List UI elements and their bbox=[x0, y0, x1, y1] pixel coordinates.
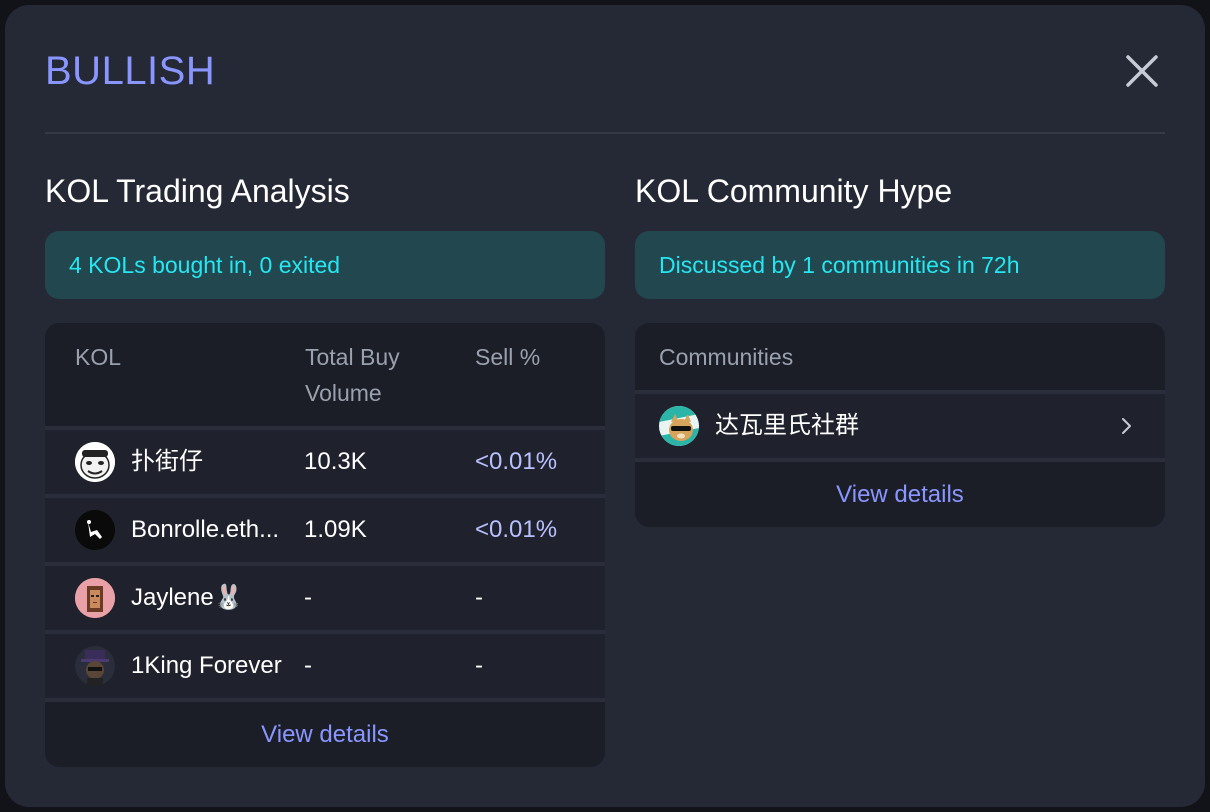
close-button[interactable] bbox=[1120, 49, 1164, 93]
pixel-punk-avatar bbox=[75, 578, 115, 618]
community-name: 达瓦里氏社群 bbox=[715, 412, 859, 439]
table-row[interactable]: Jaylene🐰 - - bbox=[45, 566, 605, 630]
kol-volume: - bbox=[304, 584, 312, 611]
kol-column-header: KOL bbox=[75, 344, 122, 370]
shaka-hand-avatar bbox=[75, 510, 115, 550]
kol-trading-title: KOL Trading Analysis bbox=[45, 173, 350, 209]
communities-table: Communities 达瓦里氏社群 View details bbox=[635, 323, 1165, 527]
bullish-modal: BULLISH KOL Trading Analysis 4 KOLs boug… bbox=[5, 5, 1205, 807]
meme-face-avatar bbox=[75, 442, 115, 482]
header-divider bbox=[45, 132, 1165, 134]
table-row[interactable]: 1King Forever - - bbox=[45, 634, 605, 698]
kol-name: 扑街仔 bbox=[131, 448, 203, 475]
kol-volume: 1.09K bbox=[304, 516, 367, 543]
community-hype-title: KOL Community Hype bbox=[635, 173, 953, 209]
chevron-right-icon[interactable] bbox=[1121, 416, 1133, 441]
kol-volume: 10.3K bbox=[304, 448, 367, 475]
close-icon[interactable] bbox=[1120, 49, 1164, 93]
kol-table: KOL Total Buy Volume Sell % 扑街仔 10.3K <0… bbox=[45, 323, 605, 767]
table-row[interactable]: Bonrolle.eth... 1.09K <0.01% bbox=[45, 498, 605, 562]
doge-sunglasses-avatar bbox=[659, 406, 699, 446]
kol-name: Bonrolle.eth... bbox=[131, 516, 280, 543]
kol-volume: - bbox=[304, 652, 312, 679]
community-hype-summary: Discussed by 1 communities in 72h bbox=[635, 231, 1165, 299]
dark-character-avatar bbox=[75, 646, 115, 686]
kol-view-details-link[interactable]: View details bbox=[45, 719, 605, 751]
kol-name: Jaylene🐰 bbox=[131, 584, 244, 611]
kol-name: 1King Forever bbox=[131, 652, 282, 679]
kol-sell-pct: <0.01% bbox=[475, 516, 558, 543]
kol-sell-pct: <0.01% bbox=[475, 448, 558, 475]
communities-column-header: Communities bbox=[659, 344, 794, 370]
total-buy-volume-column-header: Total Buy Volume bbox=[305, 344, 400, 406]
kol-sell-pct: - bbox=[475, 584, 483, 611]
sell-pct-column-header: Sell % bbox=[475, 344, 541, 370]
community-view-details-link[interactable]: View details bbox=[635, 479, 1165, 511]
modal-title: BULLISH bbox=[45, 49, 216, 93]
community-row[interactable]: 达瓦里氏社群 bbox=[635, 394, 1165, 458]
table-row[interactable]: 扑街仔 10.3K <0.01% bbox=[45, 430, 605, 494]
kol-trading-summary: 4 KOLs bought in, 0 exited bbox=[45, 231, 605, 299]
kol-sell-pct: - bbox=[475, 652, 483, 679]
